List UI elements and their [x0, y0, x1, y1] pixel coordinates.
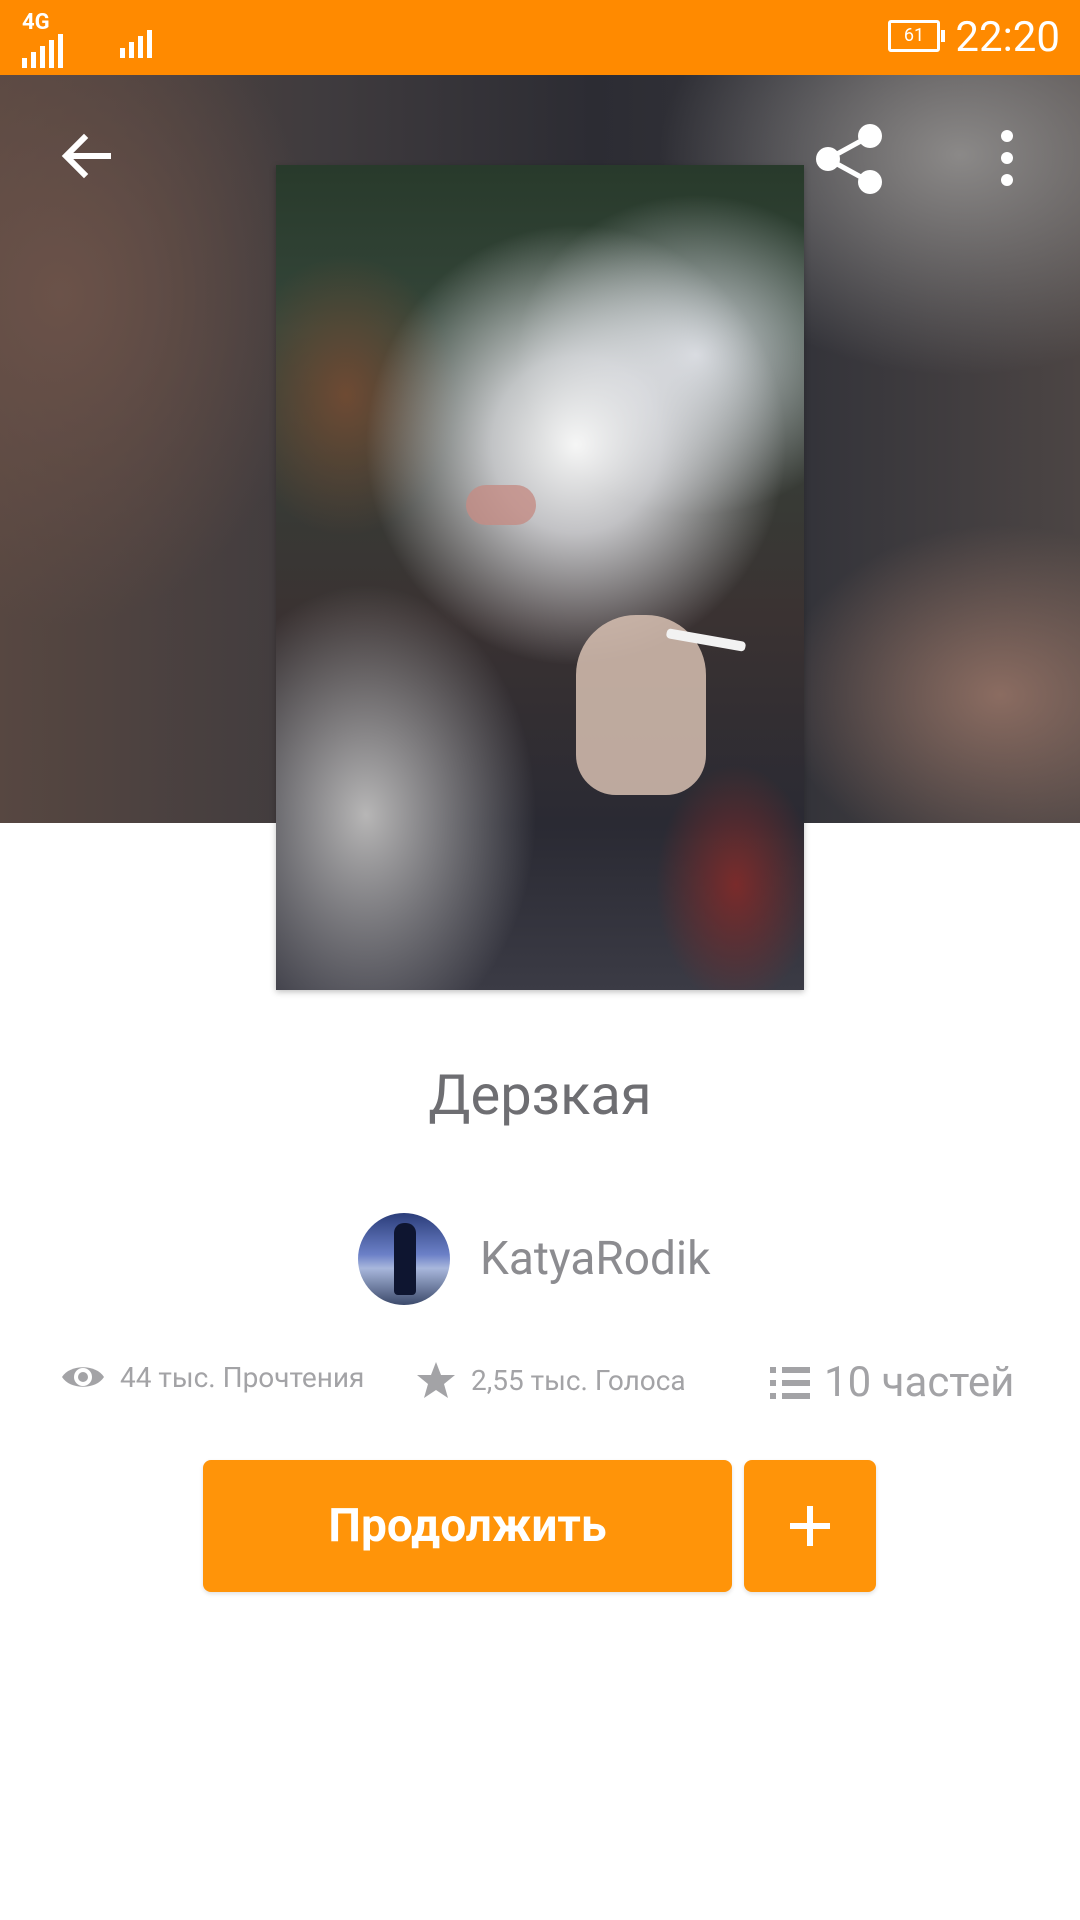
cover-detail — [576, 615, 706, 795]
signal-icon-sim2 — [120, 28, 152, 58]
eye-icon — [62, 1367, 104, 1387]
plus-icon — [790, 1506, 830, 1546]
status-time: 22:20 — [955, 13, 1060, 62]
list-icon — [770, 1366, 810, 1399]
reads-count: 44 тыс. Прочтения — [120, 1360, 365, 1394]
reads-stat: 44 тыс. Прочтения — [60, 1360, 364, 1394]
avatar[interactable] — [358, 1213, 450, 1305]
parts-count[interactable]: 10 частей — [824, 1358, 1014, 1407]
more-vert-icon[interactable] — [990, 128, 1024, 188]
story-title: Дерзкая — [428, 1062, 652, 1128]
share-icon[interactable] — [812, 122, 886, 196]
battery-icon: 61 — [888, 20, 945, 52]
author-link[interactable]: KatyaRodik — [358, 1213, 710, 1305]
network-type: 4G — [22, 10, 50, 35]
add-to-library-button[interactable] — [744, 1460, 876, 1592]
author-name[interactable]: KatyaRodik — [480, 1232, 710, 1286]
cover-detail — [466, 485, 536, 525]
votes-count: 2,55 тыс. Голоса — [471, 1363, 686, 1397]
story-stats: 44 тыс. Прочтения 2,55 тыс. Голоса 10 ча… — [0, 1358, 1080, 1410]
votes-stat: 2,55 тыс. Голоса — [415, 1360, 686, 1400]
parts-stat[interactable]: 10 частей — [770, 1358, 1014, 1407]
story-cover-image[interactable] — [276, 165, 804, 990]
signal-icon-sim1 — [22, 34, 63, 68]
avatar-figure — [394, 1223, 416, 1295]
star-icon — [417, 1362, 455, 1398]
status-bar: 4G 61 22:20 — [0, 0, 1080, 75]
back-arrow-icon[interactable] — [58, 128, 114, 184]
continue-reading-button[interactable]: Продолжить — [203, 1460, 732, 1592]
